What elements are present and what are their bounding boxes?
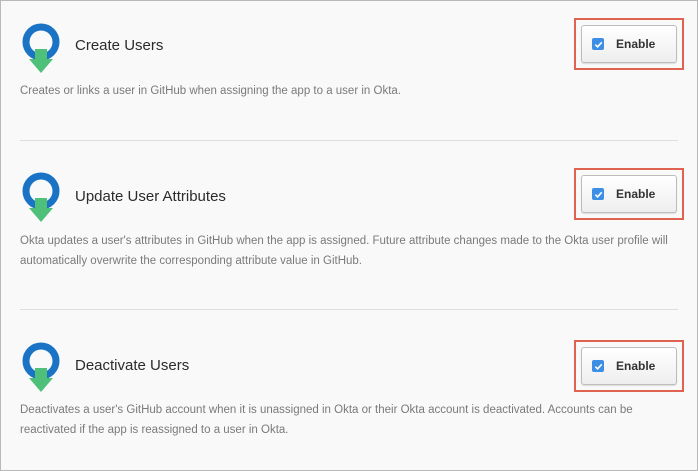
checkbox-checked-icon[interactable] bbox=[592, 38, 604, 50]
checkbox-checked-icon[interactable] bbox=[592, 360, 604, 372]
highlight-box: Enable bbox=[574, 18, 684, 70]
section-description: Creates or links a user in GitHub when a… bbox=[20, 85, 401, 97]
checkbox-checked-icon[interactable] bbox=[592, 188, 604, 200]
enable-deactivate-users-button[interactable]: Enable bbox=[581, 347, 677, 385]
section-divider bbox=[20, 309, 678, 310]
section-title: Create Users bbox=[75, 37, 164, 54]
enable-update-user-attributes-button[interactable]: Enable bbox=[581, 175, 677, 213]
provisioning-icon bbox=[22, 172, 60, 222]
highlight-box: Enable bbox=[574, 168, 684, 220]
enable-label: Enable bbox=[616, 187, 656, 201]
section-divider bbox=[20, 140, 678, 141]
provisioning-icon bbox=[22, 342, 60, 392]
enable-label: Enable bbox=[616, 359, 656, 373]
enable-label: Enable bbox=[616, 37, 656, 51]
enable-create-users-button[interactable]: Enable bbox=[581, 25, 677, 63]
section-title: Deactivate Users bbox=[75, 357, 190, 374]
provisioning-icon bbox=[22, 23, 60, 73]
section-description: Deactivates a user's GitHub account when… bbox=[20, 404, 633, 436]
provisioning-settings-panel: Create Users Enable Creates or links a u… bbox=[0, 0, 698, 471]
section-description: Okta updates a user's attributes in GitH… bbox=[20, 235, 668, 267]
highlight-box: Enable bbox=[574, 340, 684, 392]
section-title: Update User Attributes bbox=[75, 188, 226, 205]
